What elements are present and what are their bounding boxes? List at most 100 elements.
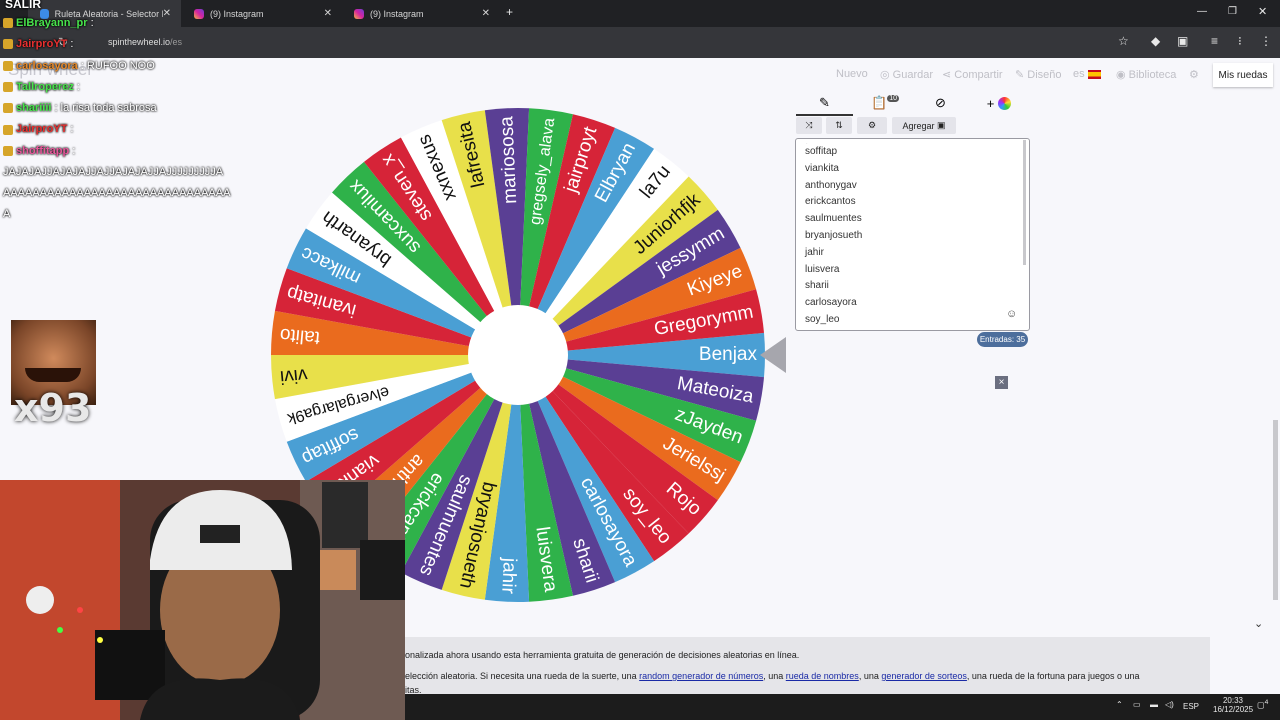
badge-icon [3,124,13,135]
meme-mouth [25,368,81,382]
menu-compartir[interactable]: ⋖ Compartir [942,68,1003,81]
clipboard-icon: 📋 [871,95,888,110]
entries-list: soffitap viankita anthonygav erickcantos sau… [796,144,1029,329]
chat-text: : la risa toda sabrosa [51,102,157,115]
webcam-feed [0,480,405,720]
media-icon[interactable]: ≡ [1211,34,1218,48]
extension-icon[interactable]: ◆ [1151,34,1160,48]
entry-row[interactable]: carlosayora [796,295,1029,312]
new-tab-button[interactable]: + [506,5,513,19]
battery-icon[interactable]: ▬ [1150,700,1158,709]
chat-username: shariiii [16,102,52,115]
clock[interactable]: 20:33 16/12/2025 [1213,696,1253,714]
chat-username: ElBrayann_pr [16,17,88,29]
badge-icon [3,103,13,114]
close-tab-icon[interactable]: ✕ [482,8,490,19]
puzzle-icon[interactable]: ▣ [1177,34,1188,48]
network-icon[interactable]: ▭ [1133,700,1141,709]
volume-icon[interactable]: ◁) [1165,700,1174,709]
pencil-icon: ✎ [819,95,830,110]
chat-username: shoffitapp [16,144,70,157]
advanced-button[interactable]: ⚙ [857,117,887,134]
add-image-button[interactable]: Agregar ▣ [892,117,956,134]
close-tab-icon[interactable]: ✕ [324,8,332,19]
badge-icon [3,81,13,92]
entry-row[interactable]: bryanjosueth [796,228,1029,245]
badge-icon [3,145,13,156]
menu-nuevo[interactable]: Nuevo [836,68,868,80]
eye-slash-icon: ⊘ [935,95,946,110]
combo-counter: x93 [14,386,92,430]
entry-row[interactable]: erickcantos [796,194,1029,211]
language-indicator[interactable]: ESP [1183,702,1199,711]
address-bar [0,27,1280,58]
entry-row[interactable]: soy_leo [796,312,1029,329]
entry-row[interactable]: viankita [796,161,1029,178]
globe-icon: ◉ [1116,69,1129,81]
plus-icon: + [986,95,995,111]
random-number-link[interactable]: random generador de números [639,671,763,681]
close-tab-icon[interactable]: ✕ [163,8,171,19]
entry-row[interactable]: anthonygav [796,178,1029,195]
seo-footer: onalizada ahora usando esta herramienta … [405,637,1210,695]
tab-instagram-2[interactable]: (9) Instagram ✕ [342,0,500,27]
tab-edit[interactable]: ✎ [796,92,853,116]
chat-overlay: ElBrayann_pr : JairproYT : carlosayora : R… [3,17,157,166]
wheel-label: talito [279,324,321,349]
close-ad-button[interactable]: × [995,376,1008,389]
menu-icon[interactable]: ⋮ [1260,34,1272,48]
tab-results[interactable]: 📋 10 [860,92,910,114]
maximize-icon[interactable]: ❐ [1228,6,1237,17]
exit-label: SALIR [5,0,41,11]
chat-text: : [67,123,74,136]
instagram-icon [194,8,204,19]
entries-count-badge: Entradas: 35 [977,332,1028,347]
close-window-icon[interactable]: ✕ [1258,5,1267,18]
notification-icon[interactable]: ▢4 [1257,699,1268,710]
entries-textarea[interactable]: · soffitapviankitaanthonygaverickcantoss… [795,138,1030,331]
chat-text: : [87,17,94,29]
menu-biblioteca[interactable]: ◉ Biblioteca [1116,68,1176,81]
settings-icon[interactable]: ⚙ [1189,68,1199,81]
share-icon: ⋖ [942,69,955,81]
chat-username: carlosayora [16,59,78,72]
chat-message: ElBrayann_pr : [3,17,157,38]
wheel-label: jahir [497,556,520,594]
menu-diseno[interactable]: ✎ Diseño [1015,68,1062,81]
instagram-icon [354,8,364,19]
menu-guardar[interactable]: ◎ Guardar [880,68,933,81]
tray-arrow-icon[interactable]: ⌃ [1116,700,1123,709]
profile-icon[interactable]: ⁝ [1238,34,1242,48]
chat-username: Tallroperez [16,80,74,93]
chat-username: JairproYT [16,38,68,51]
chat-message: JairproYT : [3,38,157,59]
name-wheel-link[interactable]: rueda de nombres [786,671,859,681]
tab-instagram-1[interactable]: (9) Instagram ✕ [182,0,342,27]
mis-ruedas-button[interactable]: Mis ruedas [1213,63,1273,87]
tab-hidden[interactable]: ⊘ [918,92,963,114]
badge-icon [3,18,13,29]
entry-row[interactable]: jahir [796,245,1029,262]
entry-row[interactable]: luisvera [796,262,1029,279]
badge-icon [3,60,13,71]
entry-row[interactable]: saulmuentes [796,211,1029,228]
chat-text: : [73,80,80,93]
chat-text: : RUFOO NOO [77,59,155,72]
entries-scrollbar[interactable] [1023,140,1026,265]
raffle-link[interactable]: generador de sorteos [881,671,967,681]
entry-row[interactable]: soffitap [796,144,1029,161]
tab-add-color[interactable]: + [975,92,1023,114]
wheel-label: Benjax [699,344,758,365]
bookmark-star-icon[interactable]: ☆ [1118,34,1129,48]
sort-button[interactable]: ⇅ [826,117,852,134]
entry-row[interactable]: sharii [796,278,1029,295]
scroll-down-icon[interactable]: ⌄ [1254,617,1263,630]
emoji-icon[interactable]: ☺ [1006,308,1017,320]
wheel-center[interactable] [468,305,568,405]
page-scrollbar[interactable] [1273,420,1278,600]
minimize-icon[interactable]: — [1197,6,1207,17]
chat-message: shariiii : la risa toda sabrosa [3,102,157,123]
language-select[interactable]: es [1073,68,1101,80]
chat-text: : [67,38,74,51]
image-icon: ▣ [937,120,946,130]
